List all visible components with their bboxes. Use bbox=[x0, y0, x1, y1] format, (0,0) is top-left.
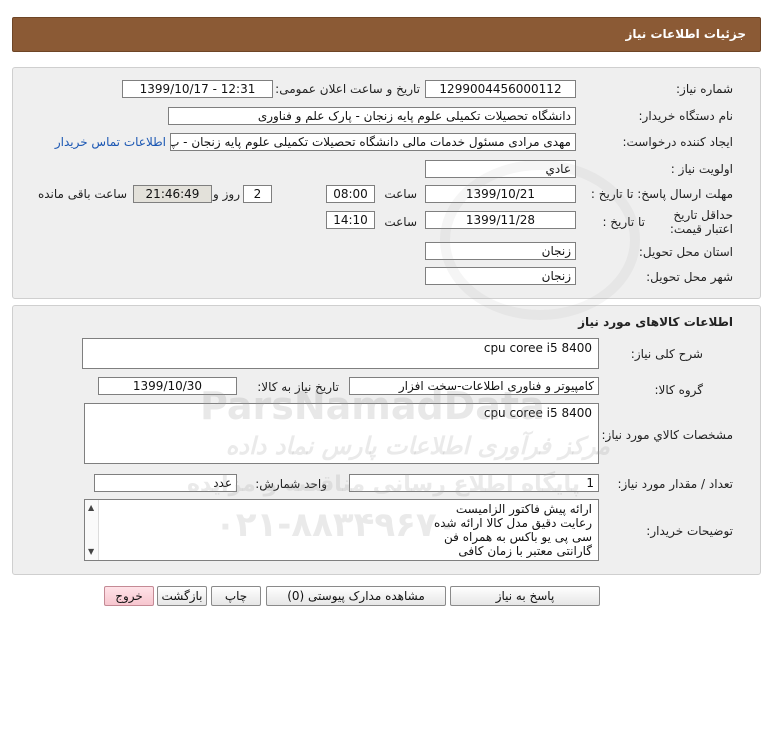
requester-field: مهدی مرادی مسئول خدمات مالی دانشگاه تحصی… bbox=[170, 133, 576, 151]
deadline-time-label: ساعت bbox=[384, 187, 417, 201]
page-title: جزئیات اطلاعات نیاز bbox=[625, 27, 746, 41]
buyer-notes-line: گارانتی معتبر با زمان کافی bbox=[458, 544, 592, 558]
unit-field: عدد bbox=[94, 474, 237, 492]
remaining-time-field: 21:46:49 bbox=[133, 185, 212, 203]
page-header: جزئیات اطلاعات نیاز bbox=[12, 17, 761, 52]
days-label: روز و bbox=[213, 187, 240, 201]
announce-label: تاریخ و ساعت اعلان عمومی: bbox=[275, 82, 420, 96]
validity-label: حداقل تاریخ اعتبار قیمت: bbox=[669, 208, 733, 236]
goods-group-label: گروه کالا: bbox=[654, 383, 704, 397]
buyer-notes-line: سی پی یو باکس به همراه فن bbox=[444, 530, 592, 544]
goods-section-title: اطلاعات کالاهای مورد نیاز bbox=[578, 315, 733, 329]
general-desc-field: cpu coree i5 8400 bbox=[82, 338, 599, 369]
need-number-field: 1299004456000112 bbox=[425, 80, 576, 98]
buyer-notes-line: ارائه پیش فاکتور الزامیست bbox=[455, 502, 592, 516]
city-field: زنجان bbox=[425, 267, 576, 285]
buyer-contact-link[interactable]: اطلاعات تماس خریدار bbox=[55, 135, 166, 149]
validity-to-label: تا تاریخ : bbox=[602, 215, 645, 229]
need-date-field: 1399/10/30 bbox=[98, 377, 237, 395]
exit-button[interactable]: خروج bbox=[104, 586, 154, 606]
need-info-panel bbox=[12, 67, 761, 299]
deadline-date-field: 1399/10/21 bbox=[425, 185, 576, 203]
buyer-notes-scrollbar[interactable]: ▲ ▼ bbox=[85, 500, 99, 560]
need-date-label: تاریخ نیاز به کالا: bbox=[257, 380, 339, 394]
need-number-label: شماره نیاز: bbox=[676, 82, 733, 96]
qty-field: 1 bbox=[349, 474, 599, 492]
scroll-up-icon[interactable]: ▲ bbox=[88, 501, 94, 515]
city-label: شهر محل تحویل: bbox=[646, 270, 733, 284]
qty-label: تعداد / مقدار مورد نیاز: bbox=[617, 477, 733, 491]
province-label: استان محل تحویل: bbox=[638, 245, 733, 259]
validity-date-field: 1399/11/28 bbox=[425, 211, 576, 229]
requester-label: ایجاد کننده درخواست: bbox=[622, 135, 733, 149]
days-field: 2 bbox=[243, 185, 272, 203]
buyer-notes-field[interactable]: ▲ ▼ ارائه پیش فاکتور الزامیست رعایت دقیق… bbox=[84, 499, 599, 561]
buyer-notes-label: توضیحات خریدار: bbox=[646, 524, 733, 538]
back-button[interactable]: بازگشت bbox=[157, 586, 207, 606]
specs-field: cpu coree i5 8400 bbox=[84, 403, 599, 464]
buyer-org-field: دانشگاه تحصیلات تکمیلی علوم پایه زنجان -… bbox=[168, 107, 576, 125]
specs-text: cpu coree i5 8400 bbox=[483, 406, 592, 420]
buyer-org-label: نام دستگاه خریدار: bbox=[638, 109, 734, 123]
priority-label: اولویت نیاز : bbox=[670, 162, 733, 176]
validity-time-field: 14:10 bbox=[326, 211, 375, 229]
province-field: زنجان bbox=[425, 242, 576, 260]
view-documents-button[interactable]: مشاهده مدارک پیوستی (0) bbox=[266, 586, 446, 606]
general-desc-text: cpu coree i5 8400 bbox=[483, 341, 592, 355]
goods-group-field: کامپیوتر و فناوری اطلاعات-سخت افزار bbox=[349, 377, 599, 395]
deadline-time-field: 08:00 bbox=[326, 185, 375, 203]
validity-time-label: ساعت bbox=[384, 215, 417, 229]
scroll-down-icon[interactable]: ▼ bbox=[88, 545, 94, 559]
buyer-notes-line: رعایت دقیق مدل کالا ارائه شده bbox=[433, 516, 592, 530]
print-button[interactable]: چاپ bbox=[211, 586, 261, 606]
remaining-label: ساعت باقی مانده bbox=[37, 187, 127, 201]
unit-label: واحد شمارش: bbox=[255, 477, 327, 491]
specs-label: مشخصات کالاي مورد نیاز: bbox=[601, 428, 733, 442]
reply-button[interactable]: پاسخ به نیاز bbox=[450, 586, 600, 606]
deadline-label: مهلت ارسال پاسخ: تا تاریخ : bbox=[590, 187, 733, 201]
priority-field: عادي bbox=[425, 160, 576, 178]
general-desc-label: شرح کلی نیاز: bbox=[630, 347, 703, 361]
announce-field: 1399/10/17 - 12:31 bbox=[122, 80, 273, 98]
